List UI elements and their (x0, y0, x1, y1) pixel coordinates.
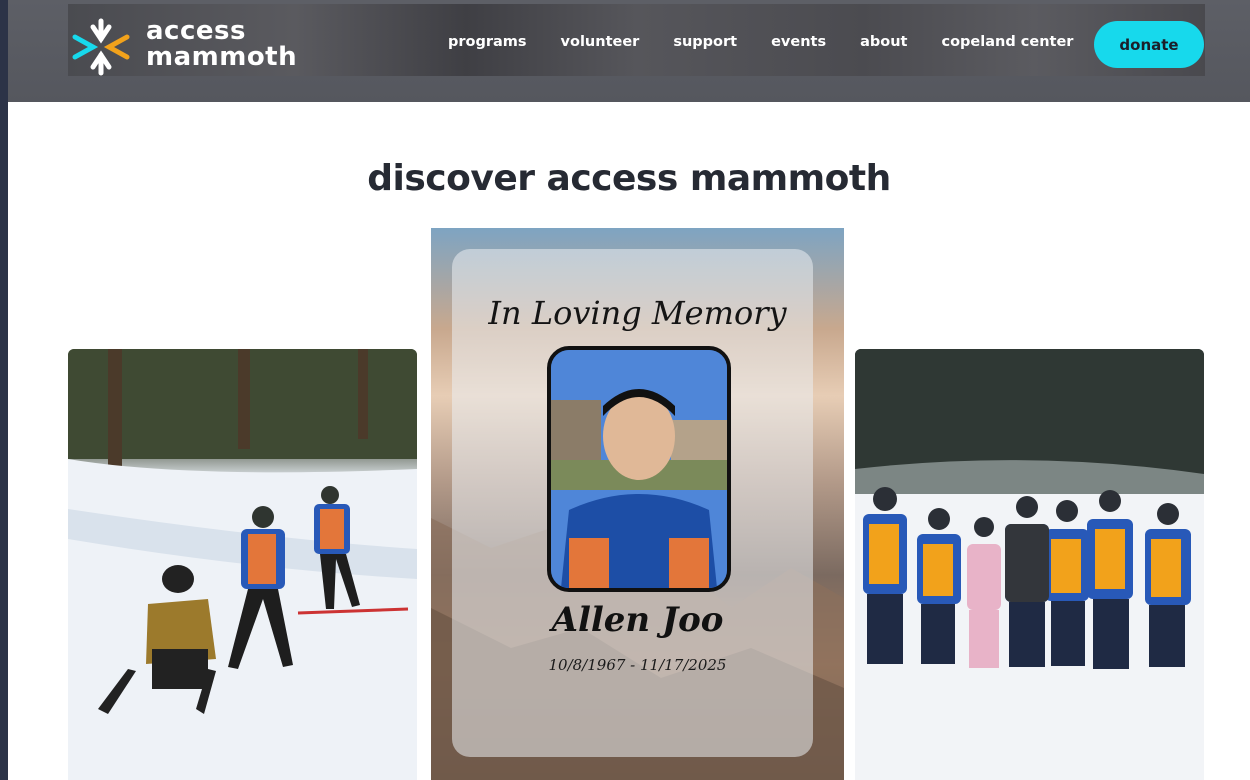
page-title: discover access mammoth (367, 158, 891, 200)
logo-line-1: access (146, 16, 246, 46)
page: access mammoth programs volunteer suppor… (8, 0, 1250, 780)
ski-scene-illustration (68, 349, 417, 780)
site-header: access mammoth programs volunteer suppor… (8, 0, 1250, 102)
portrait-illustration (551, 350, 727, 588)
nav-volunteer[interactable]: volunteer (561, 34, 640, 50)
memorial-dates: 10/8/1967 - 11/17/2025 (548, 656, 727, 674)
memorial-name: Allen Joo (551, 600, 724, 640)
nav-support[interactable]: support (673, 34, 737, 50)
group-scene-illustration (855, 349, 1204, 780)
volunteer-group-photo[interactable] (855, 349, 1204, 780)
nav-copeland-center[interactable]: copeland center (942, 34, 1074, 50)
logo-wordmark: access mammoth (146, 18, 297, 70)
main-nav: programs volunteer support events about … (448, 34, 1107, 50)
memorial-card[interactable]: In Loving Memory Allen Joo 10/8/1967 - 1… (431, 228, 844, 780)
logo-icon (72, 18, 130, 76)
nav-programs[interactable]: programs (448, 34, 527, 50)
adaptive-ski-lesson-photo[interactable] (68, 349, 417, 780)
memorial-portrait (547, 346, 731, 592)
nav-events[interactable]: events (771, 34, 826, 50)
donate-button[interactable]: donate (1094, 21, 1204, 68)
memorial-heading: In Loving Memory (488, 294, 787, 332)
logo[interactable]: access mammoth (68, 14, 308, 84)
logo-line-2: mammoth (146, 42, 298, 72)
nav-about[interactable]: about (860, 34, 907, 50)
